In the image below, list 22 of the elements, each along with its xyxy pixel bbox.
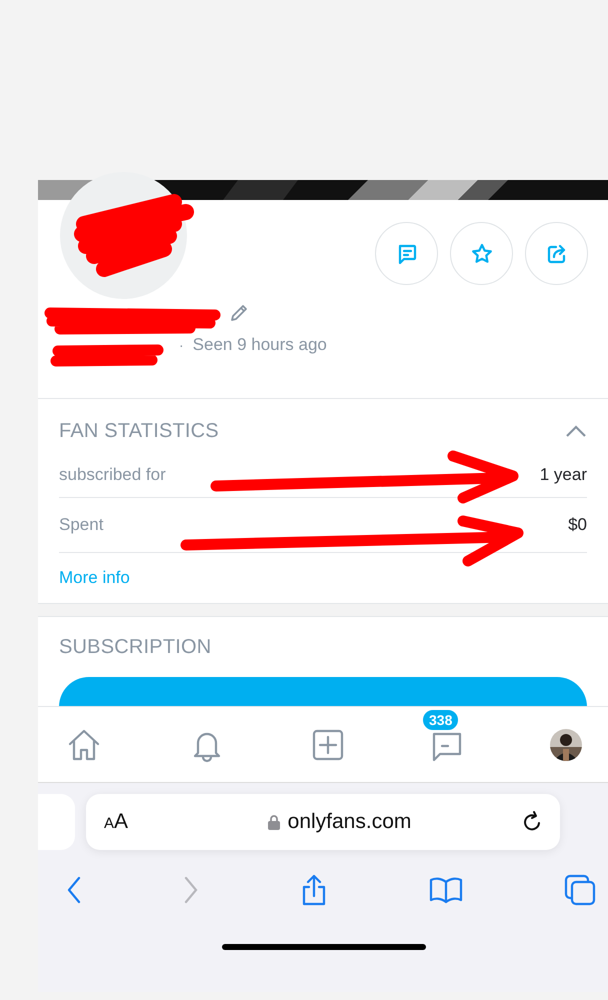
stat-label: Spent <box>59 515 104 535</box>
edit-icon[interactable] <box>229 303 249 323</box>
stat-label: subscribed for <box>59 465 166 485</box>
share-icon[interactable] <box>300 873 328 907</box>
bookmarks-icon[interactable] <box>429 876 463 904</box>
address-bar[interactable]: AA onlyfans.com <box>86 794 560 850</box>
stat-value: 1 year <box>540 465 587 485</box>
lock-icon <box>268 814 280 830</box>
section-title: FAN STATISTICS <box>59 420 219 442</box>
forward-icon[interactable] <box>183 876 199 904</box>
add-post-icon[interactable] <box>312 728 344 760</box>
tabs-icon[interactable] <box>564 874 596 906</box>
last-seen-text: Seen 9 hours ago <box>192 335 327 355</box>
back-icon[interactable] <box>66 876 82 904</box>
chevron-up-icon[interactable] <box>565 424 587 438</box>
stat-value: $0 <box>568 515 587 535</box>
section-title: SUBSCRIPTION <box>59 636 212 658</box>
message-count-badge: 338 <box>421 708 460 732</box>
star-icon <box>470 242 494 266</box>
url-text: onlyfans.com <box>288 810 412 834</box>
text-size-button[interactable]: AA <box>104 810 128 834</box>
separator-dot: · <box>179 337 184 353</box>
